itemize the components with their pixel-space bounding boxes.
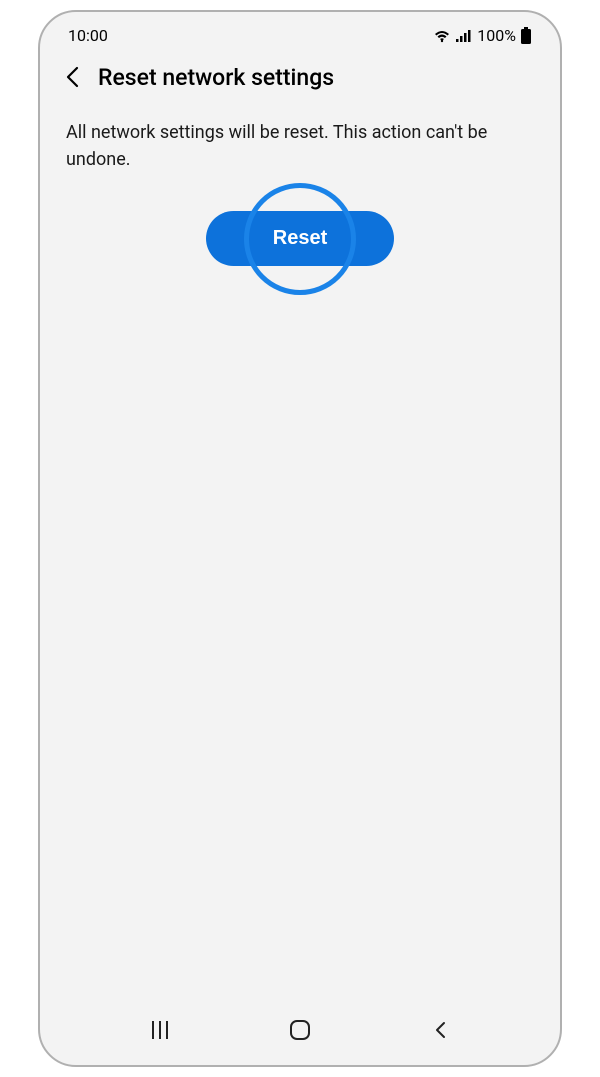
status-bar: 10:00 100%: [40, 12, 560, 51]
reset-button[interactable]: Reset: [206, 211, 394, 266]
content-area: All network settings will be reset. This…: [40, 103, 560, 997]
home-button[interactable]: [280, 1015, 320, 1045]
chevron-left-icon: [65, 66, 79, 88]
status-time: 10:00: [68, 26, 108, 45]
phone-frame: 10:00 100%: [38, 10, 562, 1067]
signal-icon: [455, 29, 473, 43]
back-nav-button[interactable]: [420, 1015, 460, 1045]
recents-icon: [152, 1021, 168, 1039]
battery-percentage: 100%: [477, 26, 516, 45]
home-icon: [290, 1020, 310, 1040]
page-title: Reset network settings: [98, 64, 334, 91]
button-container: Reset: [66, 211, 534, 266]
header: Reset network settings: [40, 51, 560, 103]
wifi-icon: [433, 29, 451, 43]
description-text: All network settings will be reset. This…: [66, 119, 534, 173]
back-button[interactable]: [58, 63, 86, 91]
status-indicators: 100%: [433, 26, 532, 45]
battery-icon: [520, 27, 532, 45]
navigation-bar: [40, 997, 560, 1065]
recents-button[interactable]: [140, 1015, 180, 1045]
back-nav-icon: [433, 1020, 447, 1040]
